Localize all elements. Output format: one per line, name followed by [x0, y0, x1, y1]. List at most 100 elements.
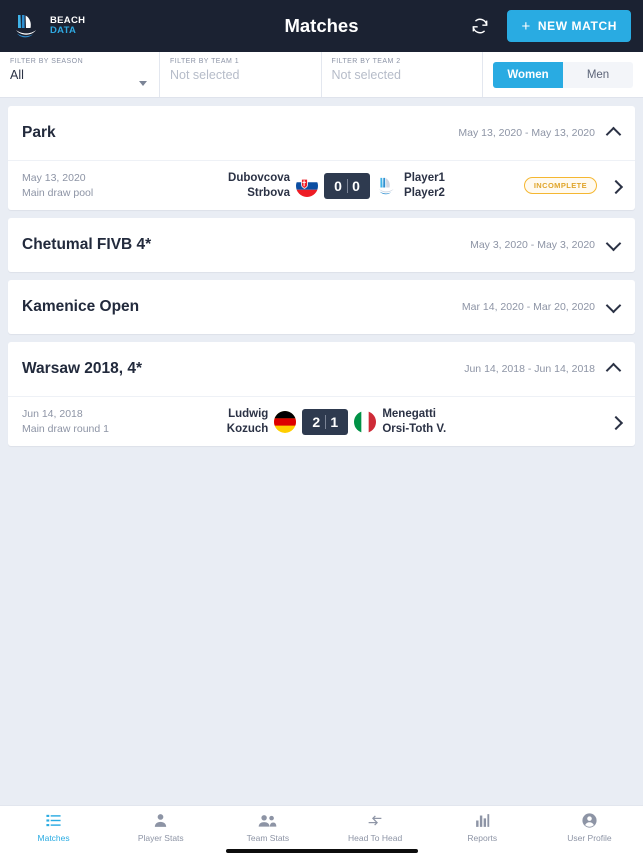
tournament-header[interactable]: Warsaw 2018, 4* Jun 14, 2018 - Jun 14, 20…	[8, 342, 635, 396]
beach-data-sail-icon	[12, 11, 42, 41]
nav-label: Matches	[37, 833, 70, 843]
match-phase: Main draw pool	[22, 186, 94, 199]
status-badge: INCOMPLETE	[523, 177, 597, 194]
logo-line-data: DATA	[50, 25, 77, 36]
tournament-list: Park May 13, 2020 - May 13, 2020 May 13, 2…	[0, 98, 643, 805]
nav-item-matches[interactable]: Matches	[0, 812, 107, 843]
nav-item-player-stats[interactable]: Player Stats	[107, 812, 214, 843]
tournament-header[interactable]: Park May 13, 2020 - May 13, 2020	[8, 106, 635, 160]
team-b-player2: Orsi-Toth V.	[382, 422, 447, 435]
refresh-sync-icon[interactable]	[469, 15, 491, 37]
team-a-player2: Strbova	[247, 186, 291, 199]
tournament-card: Park May 13, 2020 - May 13, 2020 May 13, 2…	[8, 106, 635, 210]
score-team-a: 2	[312, 413, 321, 430]
team-b-player2: Player2	[404, 186, 445, 199]
list-icon	[45, 812, 62, 829]
filter-bar: FILTER BY SEASON All FILTER BY TEAM 1 No…	[0, 52, 643, 98]
tournament-name: Warsaw 2018, 4*	[22, 360, 143, 377]
match-row[interactable]: Jun 14, 2018 Main draw round 1 Ludwig Kozuc…	[8, 396, 635, 446]
app-logo[interactable]: BEACH DATA	[12, 11, 85, 41]
gender-toggle-women[interactable]: Women	[493, 61, 563, 88]
chevron-down-icon[interactable]	[607, 238, 621, 252]
logo-wordmark: BEACH DATA	[50, 16, 85, 36]
match-phase: Main draw round 1	[22, 422, 109, 435]
team-b-player1: Player1	[404, 171, 445, 184]
tournament-dates: May 13, 2020 - May 13, 2020	[458, 127, 595, 139]
match-scoreline: Dubovcova Strbova 0 0 Player1 Player2	[172, 171, 501, 201]
chevron-up-icon[interactable]	[607, 126, 621, 140]
tournament-name: Kamenice Open	[22, 298, 140, 315]
nav-item-head-to-head[interactable]: Head To Head	[322, 812, 429, 843]
tournament-name: Chetumal FIVB 4*	[22, 236, 152, 253]
tournament-card: Kamenice Open Mar 14, 2020 - Mar 20, 2020	[8, 280, 635, 334]
tournament-dates: Mar 14, 2020 - Mar 20, 2020	[461, 301, 595, 313]
new-match-label: NEW MATCH	[537, 19, 617, 33]
team-a-player1: Dubovcova	[228, 171, 291, 184]
match-actions: INCOMPLETE	[501, 177, 621, 194]
score-team-a: 0	[334, 177, 342, 194]
nav-label: User Profile	[567, 833, 612, 843]
tournament-header[interactable]: Kamenice Open Mar 14, 2020 - Mar 20, 2020	[8, 280, 635, 334]
filter-team2[interactable]: FILTER BY TEAM 2 Not selected	[322, 52, 483, 97]
filter-team1-value: Not selected	[170, 68, 240, 82]
chevron-down-icon[interactable]	[139, 81, 147, 86]
chevron-right-icon[interactable]	[611, 179, 621, 193]
tournament-dates: May 3, 2020 - May 3, 2020	[470, 239, 595, 251]
score-box: 00	[324, 172, 371, 199]
team-a-names: Dubovcova Strbova	[228, 171, 290, 201]
flag-slovakia	[296, 174, 319, 197]
team-b-names: Menegatti Orsi-Toth V.	[382, 407, 446, 437]
chevron-down-icon[interactable]	[607, 300, 621, 314]
tournament-name: Park	[22, 124, 56, 141]
account-circle-icon	[581, 812, 598, 829]
nav-label: Player Stats	[137, 833, 184, 843]
match-date: May 13, 2020	[22, 172, 86, 185]
nav-label: Team Stats	[246, 833, 290, 843]
nav-item-reports[interactable]: Reports	[429, 812, 536, 843]
match-row[interactable]: May 13, 2020 Main draw pool Dubovcova Strbo…	[8, 160, 635, 210]
compare-arrows-icon	[366, 812, 384, 829]
nav-label: Head To Head	[348, 833, 403, 843]
score-team-b: 1	[330, 413, 339, 430]
team-b-player1: Menegatti	[382, 407, 436, 420]
placeholder-beachdata-icon	[376, 175, 398, 197]
match-date: Jun 14, 2018	[22, 408, 83, 421]
tournament-dates: Jun 14, 2018 - Jun 14, 2018	[464, 363, 595, 375]
tournament-card: Warsaw 2018, 4* Jun 14, 2018 - Jun 14, 20…	[8, 342, 635, 446]
filter-team2-value: Not selected	[331, 68, 401, 82]
filter-season[interactable]: FILTER BY SEASON All	[0, 52, 160, 97]
app-root: BEACH DATA Matches + NEW MATCH FILTER BY…	[0, 0, 643, 858]
match-meta: Jun 14, 2018 Main draw round 1	[22, 407, 172, 435]
home-indicator	[225, 849, 418, 853]
team-a-player1: Ludwig	[228, 407, 269, 420]
person-icon	[152, 812, 169, 829]
filter-season-label: FILTER BY SEASON	[10, 58, 84, 65]
nav-item-team-stats[interactable]: Team Stats	[214, 812, 321, 843]
filter-team1-label: FILTER BY TEAM 1	[170, 58, 240, 65]
tournament-header[interactable]: Chetumal FIVB 4* May 3, 2020 - May 3, 202…	[8, 218, 635, 272]
app-header: BEACH DATA Matches + NEW MATCH	[0, 0, 643, 52]
team-b-names: Player1 Player2	[404, 171, 445, 201]
team-a-player2: Kozuch	[226, 422, 269, 435]
score-team-b: 0	[352, 177, 360, 194]
tournament-card: Chetumal FIVB 4* May 3, 2020 - May 3, 202…	[8, 218, 635, 272]
header-actions: + NEW MATCH	[469, 10, 631, 42]
chevron-right-icon[interactable]	[611, 415, 621, 429]
bar-chart-icon	[474, 812, 491, 829]
nav-label: Reports	[467, 833, 498, 843]
team-a-names: Ludwig Kozuch	[227, 407, 269, 437]
nav-item-user-profile[interactable]: User Profile	[536, 812, 643, 843]
filter-season-value: All	[10, 68, 24, 82]
people-icon	[258, 812, 277, 829]
plus-icon: +	[521, 17, 531, 35]
new-match-button[interactable]: + NEW MATCH	[507, 10, 631, 42]
gender-toggle: Women Men	[483, 52, 643, 97]
filter-team1[interactable]: FILTER BY TEAM 1 Not selected	[160, 52, 322, 97]
flag-germany	[274, 410, 297, 433]
score-box: 21	[302, 408, 349, 435]
gender-toggle-men[interactable]: Men	[563, 61, 633, 88]
match-scoreline: Ludwig Kozuch 2 1 Menegatti Orsi-Toth V.	[172, 407, 501, 437]
match-actions	[501, 415, 621, 429]
chevron-up-icon[interactable]	[607, 362, 621, 376]
flag-italy	[354, 410, 377, 433]
